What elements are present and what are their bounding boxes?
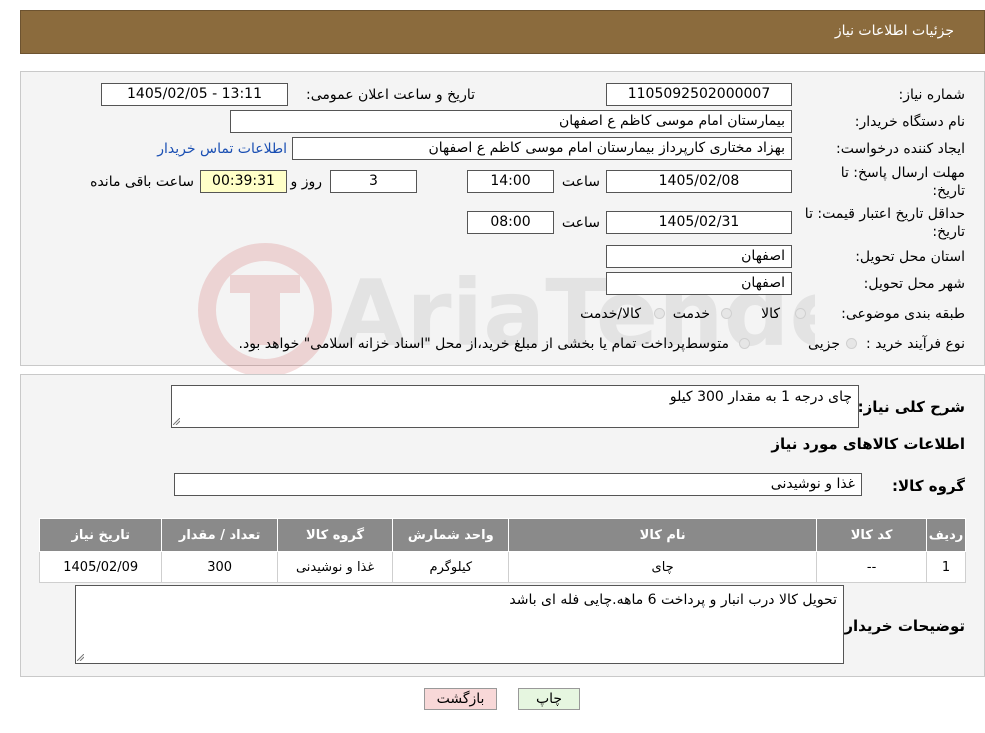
need-number-field: 1105092502000007 <box>606 83 792 106</box>
col-goods-name: نام کالا <box>508 518 818 552</box>
deadline-label-line1: مهلت ارسال پاسخ: تا <box>840 165 965 181</box>
col-unit: واحد شمارش <box>392 518 510 552</box>
process-minor-radio[interactable] <box>846 338 857 349</box>
category-label: طبقه بندی موضوعی: <box>841 306 965 322</box>
summary-textarea[interactable]: چای درجه 1 به مقدار 300 کیلو <box>171 385 859 428</box>
cell-goods-name: چای <box>508 551 818 583</box>
table-row: 1 -- چای کیلوگرم غذا و نوشیدنی 300 1405/… <box>38 551 966 583</box>
col-goods-code: کد کالا <box>816 518 928 552</box>
page-title: جزئیات اطلاعات نیاز <box>834 23 954 39</box>
announce-datetime-field: 1405/02/05 - 13:11 <box>101 83 288 106</box>
category-goods-label: کالا <box>761 306 780 322</box>
announce-datetime-label: تاریخ و ساعت اعلان عمومی: <box>306 87 475 103</box>
validity-date-field: 1405/02/31 <box>606 211 792 234</box>
remaining-time-label: ساعت باقی مانده <box>90 174 194 190</box>
deadline-date-field: 1405/02/08 <box>606 170 792 193</box>
cell-unit: کیلوگرم <box>392 551 510 583</box>
category-service-radio[interactable] <box>721 308 732 319</box>
process-type-label: نوع فرآیند خرید : <box>866 336 965 352</box>
province-label: استان محل تحویل: <box>855 249 965 265</box>
buyer-notes-textarea[interactable]: تحویل کالا درب انبار و پرداخت 6 ماهه.چای… <box>75 585 844 664</box>
city-field: اصفهان <box>606 272 792 295</box>
goods-table: ردیف کد کالا نام کالا واحد شمارش گروه کا… <box>38 518 966 583</box>
summary-label: شرح کلی نیاز: <box>857 398 965 416</box>
requester-label: ایجاد کننده درخواست: <box>836 141 965 157</box>
deadline-label-line2: تاریخ: <box>932 183 965 199</box>
cell-goods-code: -- <box>816 551 928 583</box>
goods-info-title: اطلاعات کالاهای مورد نیاز <box>771 435 965 453</box>
requester-field: بهزاد مختاری کارپرداز بیمارستان امام موس… <box>292 137 792 160</box>
goods-group-label: گروه کالا: <box>892 477 965 495</box>
cell-need-date: 1405/02/09 <box>38 551 163 583</box>
col-need-date: تاریخ نیاز <box>38 518 163 552</box>
category-goods-service-radio[interactable] <box>654 308 665 319</box>
table-header-row: ردیف کد کالا نام کالا واحد شمارش گروه کا… <box>38 518 966 552</box>
cell-goods-group: غذا و نوشیدنی <box>276 551 394 583</box>
validity-time-label: ساعت <box>561 215 600 231</box>
back-button[interactable]: بازگشت <box>424 688 497 710</box>
category-goods-radio[interactable] <box>795 308 806 319</box>
print-button[interactable]: چاپ <box>518 688 580 710</box>
cell-row-number: 1 <box>926 551 966 583</box>
remaining-days-field: 3 <box>330 170 417 193</box>
process-medium-radio[interactable] <box>739 338 750 349</box>
need-number-label: شماره نیاز: <box>898 87 966 103</box>
validity-label-line1: حداقل تاریخ اعتبار قیمت: تا <box>804 206 965 222</box>
buyer-org-field: بیمارستان امام موسی کاظم ع اصفهان <box>230 110 792 133</box>
col-row-number: ردیف <box>926 518 966 552</box>
col-goods-group: گروه کالا <box>276 518 394 552</box>
goods-group-field: غذا و نوشیدنی <box>174 473 862 496</box>
cell-quantity: 300 <box>161 551 278 583</box>
process-medium-label: متوسط <box>685 336 729 352</box>
deadline-time-field: 14:00 <box>467 170 554 193</box>
buyer-org-label: نام دستگاه خریدار: <box>854 114 965 130</box>
treasury-note: پرداخت تمام یا بخشی از مبلغ خرید،از محل … <box>238 336 685 352</box>
buyer-contact-link[interactable]: اطلاعات تماس خریدار <box>157 141 287 157</box>
category-goods-service-label: کالا/خدمت <box>580 306 641 322</box>
process-minor-label: جزیی <box>808 336 840 352</box>
remaining-time-field: 00:39:31 <box>200 170 287 193</box>
buyer-notes-label: توضیحات خریدار: <box>838 617 965 635</box>
col-quantity: تعداد / مقدار <box>161 518 278 552</box>
days-label: روز و <box>290 174 323 190</box>
resize-grip-icon[interactable] <box>173 418 180 425</box>
validity-label-line2: تاریخ: <box>932 224 965 240</box>
validity-time-field: 08:00 <box>467 211 554 234</box>
resize-grip-icon[interactable] <box>77 654 84 661</box>
page-header: جزئیات اطلاعات نیاز <box>20 10 985 54</box>
city-label: شهر محل تحویل: <box>863 276 965 292</box>
province-field: اصفهان <box>606 245 792 268</box>
category-service-label: خدمت <box>672 306 710 322</box>
deadline-time-label: ساعت <box>561 174 600 190</box>
